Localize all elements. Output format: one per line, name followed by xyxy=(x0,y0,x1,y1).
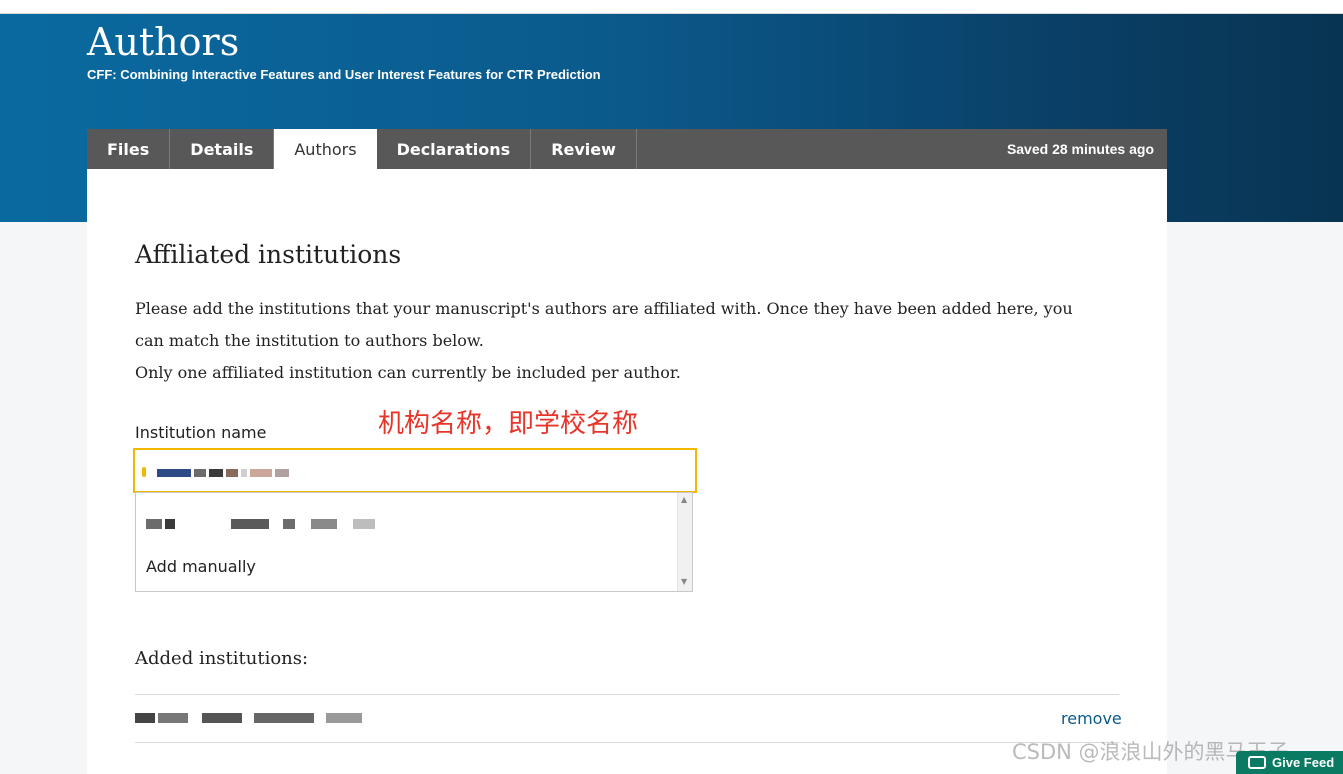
give-feedback-label: Give Feed xyxy=(1272,755,1335,770)
saved-status: Saved 28 minutes ago xyxy=(1006,141,1154,157)
annotation-note: 机构名称，即学校名称 xyxy=(378,409,639,439)
description-line-2: Only one affiliated institution can curr… xyxy=(135,363,681,382)
page-title: Authors xyxy=(87,20,240,64)
browser-top-strip xyxy=(0,0,1343,14)
text-caret xyxy=(142,467,146,477)
added-institution-redacted xyxy=(135,713,362,723)
institution-name-label: Institution name xyxy=(135,423,267,442)
step-tabs: Files Details Authors Declarations Revie… xyxy=(87,129,1167,169)
added-institutions-title: Added institutions: xyxy=(135,648,309,669)
section-description: Please add the institutions that your ma… xyxy=(135,293,1105,389)
suggestion-item-redacted[interactable] xyxy=(146,519,375,529)
tab-declarations[interactable]: Declarations xyxy=(377,129,532,169)
scroll-down-icon[interactable]: ▼ xyxy=(681,577,687,586)
divider xyxy=(135,742,1119,743)
dropdown-scrollbar[interactable]: ▲ ▼ xyxy=(677,493,692,591)
description-line-1: Please add the institutions that your ma… xyxy=(135,299,1073,350)
manuscript-title: CFF: Combining Interactive Features and … xyxy=(87,67,601,82)
institution-suggestions-dropdown: Add manually ▲ ▼ xyxy=(135,492,693,592)
redacted-input-text xyxy=(157,469,289,477)
section-title: Affiliated institutions xyxy=(135,240,402,269)
remove-institution-link[interactable]: remove xyxy=(1061,709,1122,728)
tab-details[interactable]: Details xyxy=(170,129,275,169)
tab-authors[interactable]: Authors xyxy=(274,129,377,169)
give-feedback-button[interactable]: Give Feed xyxy=(1236,751,1343,774)
scroll-up-icon[interactable]: ▲ xyxy=(681,495,687,504)
institution-name-input-wrapper xyxy=(133,448,697,493)
add-manually-option[interactable]: Add manually xyxy=(146,557,256,576)
tab-files[interactable]: Files xyxy=(87,129,171,169)
divider xyxy=(135,694,1119,695)
tab-review[interactable]: Review xyxy=(531,129,637,169)
chat-icon xyxy=(1248,756,1266,769)
